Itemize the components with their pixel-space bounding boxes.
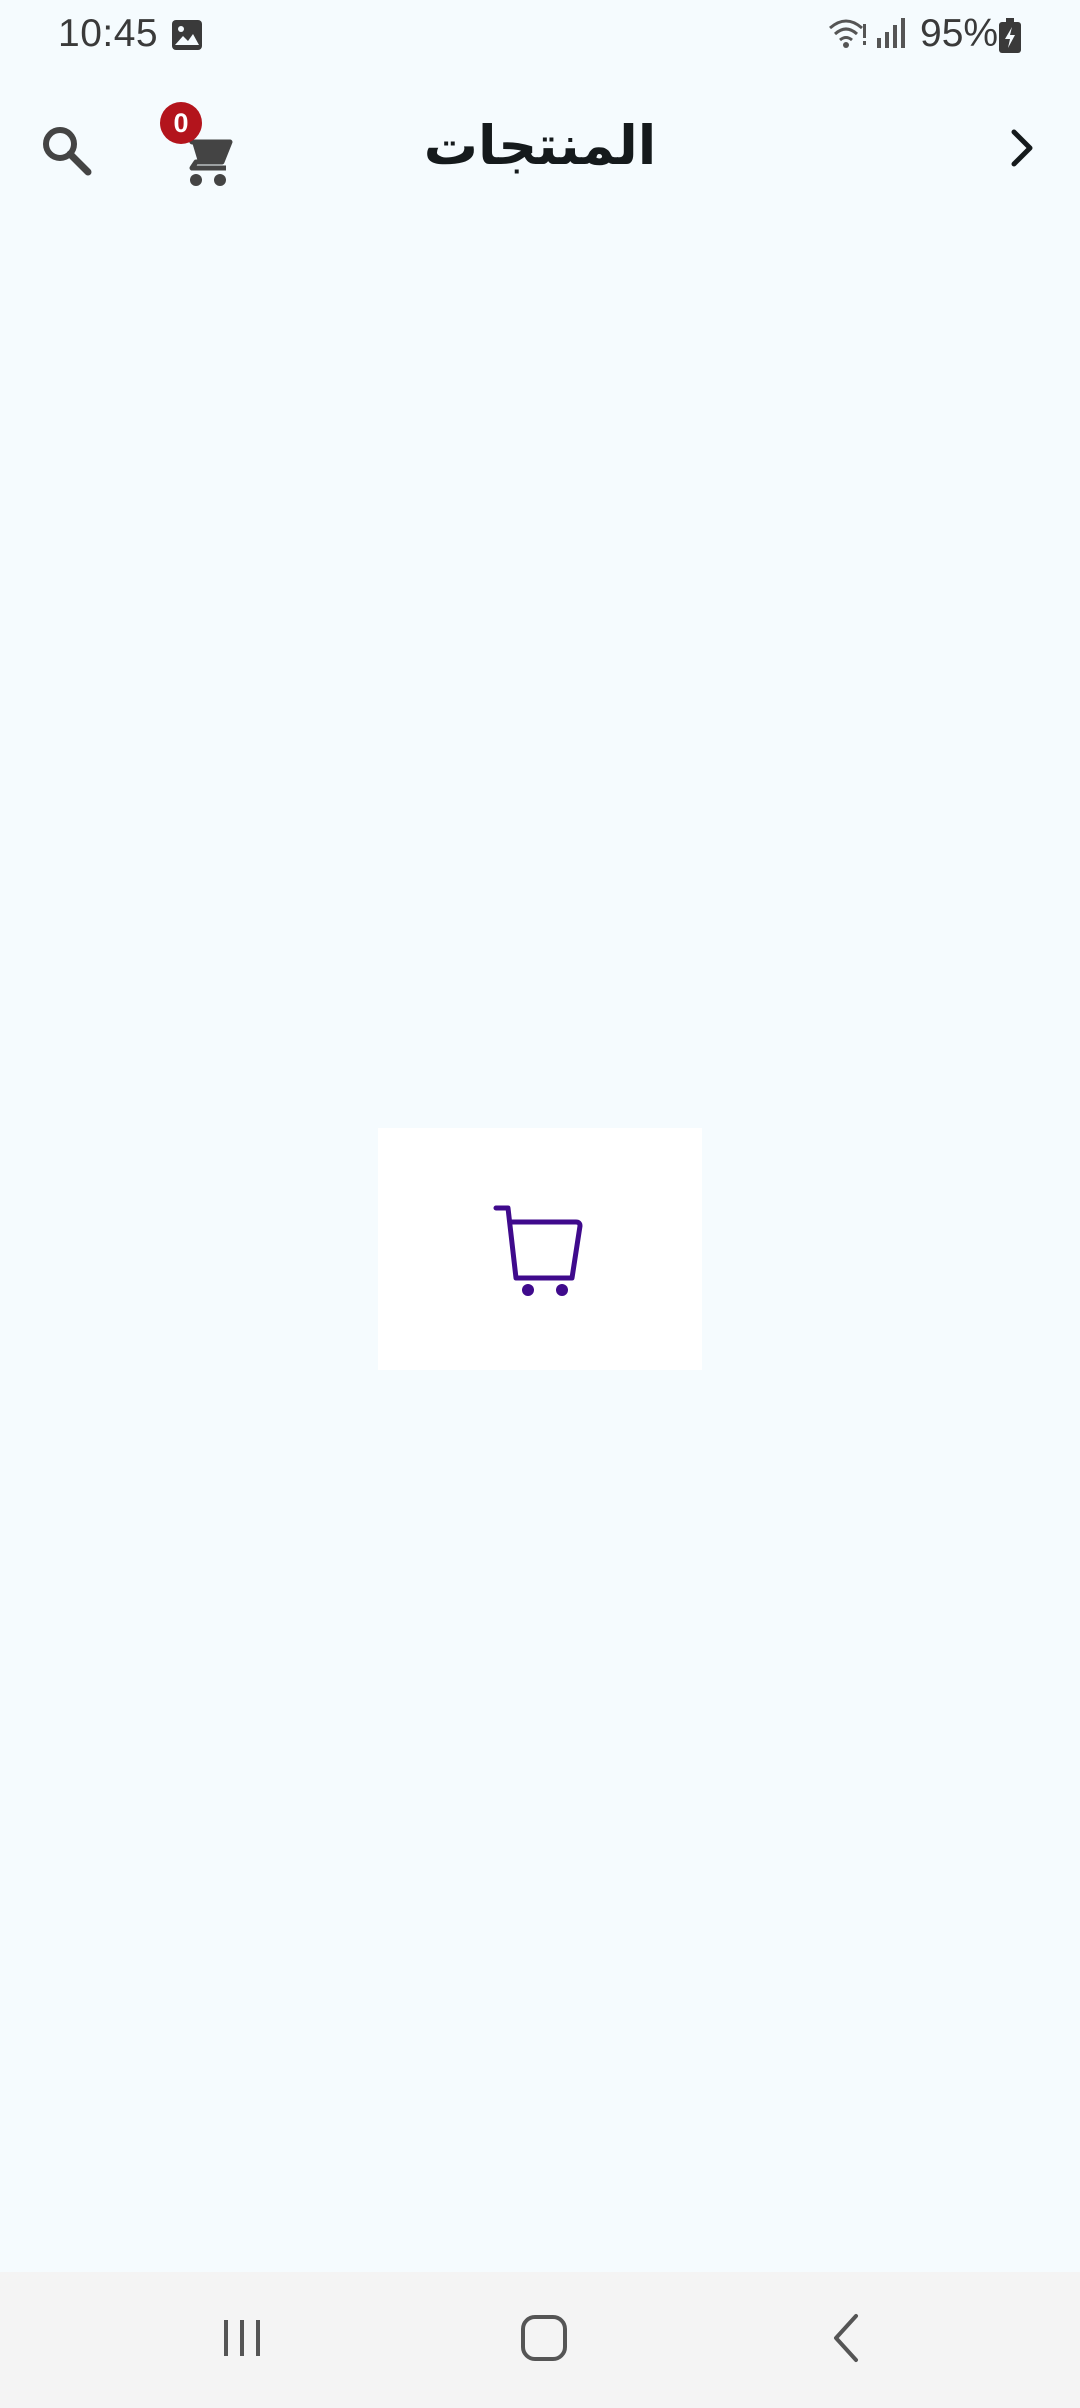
battery-charging-icon xyxy=(998,18,1022,54)
loading-indicator xyxy=(378,1128,702,1370)
system-back-button[interactable] xyxy=(796,2300,896,2380)
status-bar: 10:45 95% xyxy=(0,0,1080,70)
recents-button[interactable] xyxy=(192,2300,292,2380)
back-icon xyxy=(826,2310,866,2371)
page-title: المنتجات xyxy=(423,114,657,177)
battery-percent: 95% xyxy=(920,12,999,55)
recents-icon xyxy=(218,2314,266,2367)
status-time: 10:45 xyxy=(58,12,159,55)
home-button[interactable] xyxy=(494,2300,594,2380)
back-button[interactable] xyxy=(990,118,1054,182)
wifi-icon xyxy=(828,16,868,50)
search-icon xyxy=(38,122,94,183)
cart-outline-icon xyxy=(490,1202,590,1298)
search-button[interactable] xyxy=(28,114,104,190)
chevron-right-icon xyxy=(1002,124,1042,177)
signal-icon xyxy=(874,16,908,50)
home-icon xyxy=(518,2312,570,2369)
cart-button[interactable]: 0 xyxy=(160,102,250,194)
system-nav-bar xyxy=(0,2272,1080,2408)
app-bar: 0 المنتجات xyxy=(0,90,1080,202)
cart-count-badge: 0 xyxy=(160,102,202,144)
gallery-icon xyxy=(170,18,204,52)
